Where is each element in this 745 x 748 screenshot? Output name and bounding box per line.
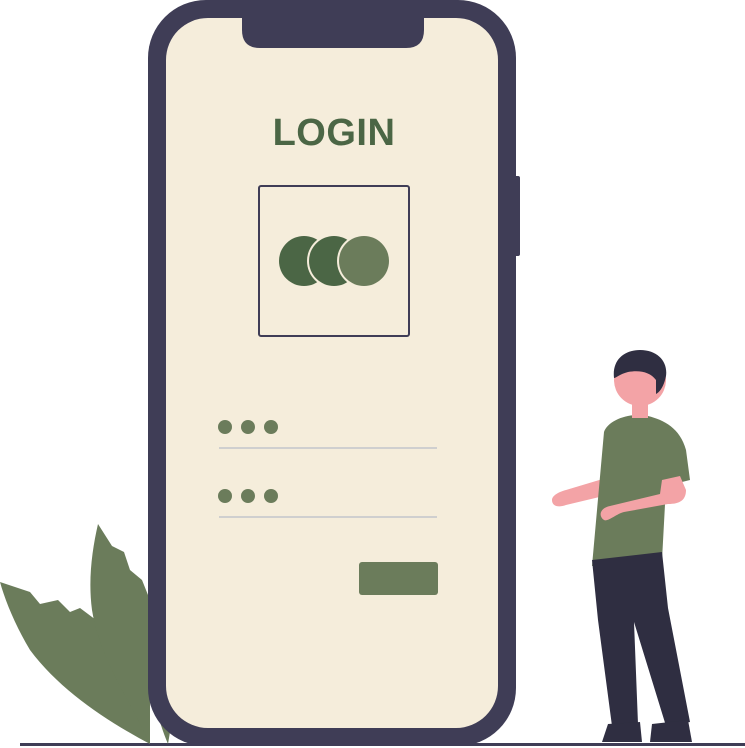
phone-notch — [242, 0, 424, 48]
page-title: LOGIN — [272, 112, 396, 154]
plant-icon — [0, 524, 172, 744]
password-underline — [219, 516, 437, 518]
username-underline — [219, 447, 437, 449]
masked-text-dots-icon — [218, 489, 278, 503]
three-overlapping-circles-icon — [279, 234, 391, 288]
person-icon — [552, 350, 692, 742]
masked-text-dots-icon — [218, 420, 278, 434]
submit-button[interactable] — [359, 562, 438, 595]
